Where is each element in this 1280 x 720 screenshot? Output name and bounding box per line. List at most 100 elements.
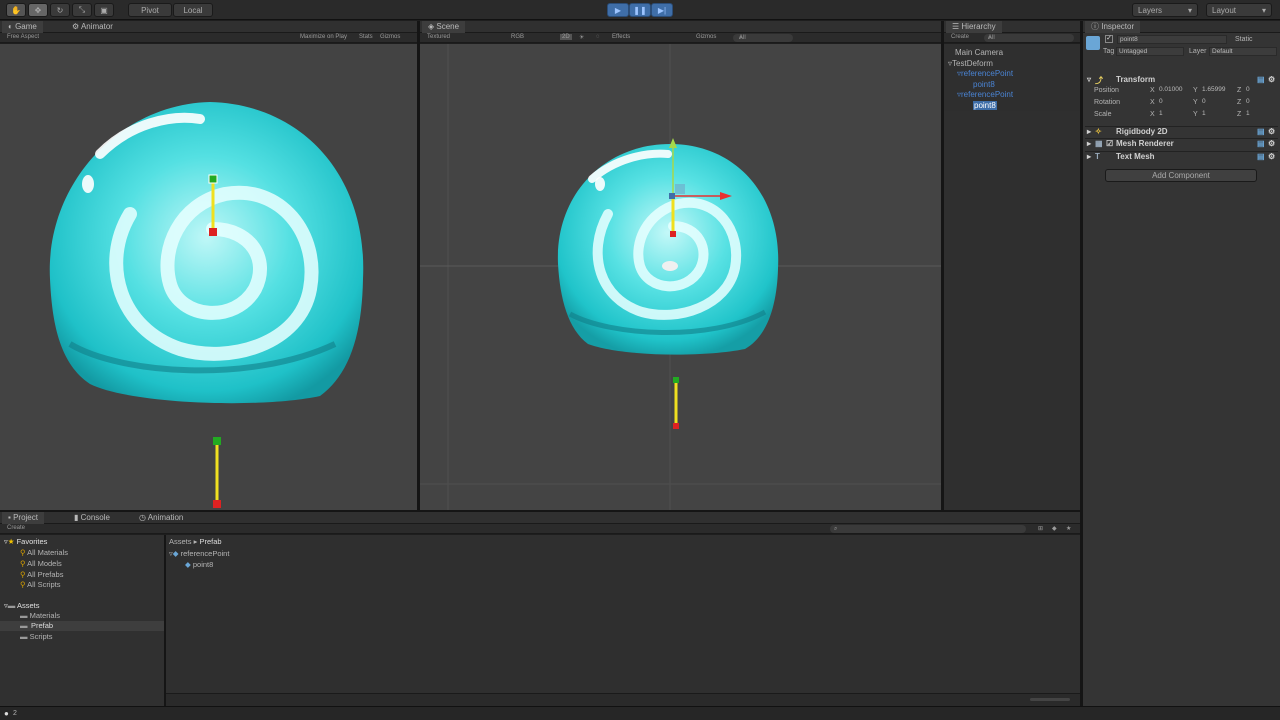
text-mesh-header[interactable]: ▸ T Text Mesh ▤ ⚙ <box>1085 151 1278 162</box>
tag-dropdown[interactable]: Untagged <box>1116 47 1184 56</box>
gear-icon[interactable]: ⚙ <box>1268 75 1275 84</box>
scale-tool-button[interactable]: ⤡ <box>72 3 92 17</box>
camera-icon[interactable] <box>662 261 678 271</box>
tab-animator[interactable]: ⚙ Animator <box>66 21 119 33</box>
effects-dropdown[interactable]: Effects <box>612 34 630 40</box>
hierarchy-item-referencepoint-2[interactable]: ▿referencePoint <box>957 90 1013 99</box>
pos-y-field[interactable]: 1.65999 <box>1200 86 1234 95</box>
scale-x-field[interactable]: 1 <box>1157 110 1189 119</box>
layers-dropdown[interactable]: Layers ▾ <box>1132 3 1198 17</box>
transform-icon: ⤴ <box>1095 76 1103 85</box>
hierarchy-item-point8-1[interactable]: point8 <box>973 80 995 89</box>
rot-x-field[interactable]: 0 <box>1157 98 1189 107</box>
help-icon[interactable]: ▤ <box>1257 75 1265 84</box>
hierarchy-create-dropdown[interactable]: Create <box>951 34 969 40</box>
local-toggle[interactable]: Local <box>173 3 213 17</box>
tab-project-label: Project <box>13 513 38 522</box>
tab-scene[interactable]: ◈ Scene <box>422 21 466 33</box>
audio-icon[interactable]: ◌ <box>596 34 600 40</box>
rot-z-field[interactable]: 0 <box>1244 98 1276 107</box>
icon-size-slider[interactable] <box>1030 698 1070 701</box>
tab-project[interactable]: ▪ Project <box>2 512 44 524</box>
transform-header[interactable]: ▿ ⤴ Transform ▤ ⚙ <box>1085 75 1278 86</box>
mesh-renderer-icon: ▦ <box>1095 139 1103 148</box>
game-viewport[interactable] <box>0 44 417 510</box>
fav-all-materials[interactable]: ⚲ All Materials <box>20 548 68 557</box>
fav-all-prefabs[interactable]: ⚲ All Prefabs <box>20 570 63 579</box>
fav-all-models[interactable]: ⚲ All Models <box>20 559 62 568</box>
help-icon[interactable]: ▤ <box>1257 152 1265 161</box>
breadcrumb-assets[interactable]: Assets <box>169 537 192 546</box>
file-referencepoint[interactable]: ▿◆ referencePoint <box>169 549 229 558</box>
static-toggle[interactable]: Static <box>1235 36 1253 43</box>
project-search-input[interactable]: ⌕ <box>830 525 1026 533</box>
lock-icon[interactable]: ⊞ <box>1038 525 1043 532</box>
tab-game[interactable]: ◐ Game <box>2 21 43 33</box>
rotate-tool-button[interactable]: ↻ <box>50 3 70 17</box>
step-icon: ▶| <box>657 5 667 15</box>
object-name-field[interactable]: point8 <box>1117 35 1227 44</box>
tab-inspector[interactable]: ⓘ Inspector <box>1085 21 1141 33</box>
tab-console[interactable]: ▮ Console <box>68 512 116 524</box>
help-icon[interactable]: ▤ <box>1257 127 1265 136</box>
assets-header[interactable]: ▿▬ Assets <box>4 601 39 610</box>
add-component-label: Add Component <box>1152 171 1210 180</box>
mesh-renderer-header[interactable]: ▸ ▦ ☑ Mesh Renderer ▤ ⚙ <box>1085 138 1278 149</box>
scene-gizmos-dropdown[interactable]: Gizmos <box>696 34 716 40</box>
tab-animation[interactable]: ◷ Animation <box>133 512 189 524</box>
lighting-icon[interactable]: ☀ <box>579 34 584 41</box>
folder-scripts[interactable]: ▬ Scripts <box>20 632 53 641</box>
rigidbody2d-header[interactable]: ▸ ✧ Rigidbody 2D ▤ ⚙ <box>1085 126 1278 137</box>
pivot-toggle[interactable]: Pivot <box>128 3 172 17</box>
hierarchy-item-testdeform[interactable]: ▿TestDeform <box>948 59 993 68</box>
hierarchy-item-main-camera[interactable]: Main Camera <box>955 48 1003 57</box>
maximize-on-play-toggle[interactable]: Maximize on Play <box>300 34 347 40</box>
rot-y-field[interactable]: 0 <box>1200 98 1234 107</box>
star-icon: ★ <box>7 537 15 546</box>
scale-y-field[interactable]: 1 <box>1200 110 1234 119</box>
tag-filter-icon[interactable]: ◆ <box>1052 525 1057 532</box>
foldout-icon: ▸ <box>1087 127 1092 136</box>
scale-z-field[interactable]: 1 <box>1244 110 1276 119</box>
step-button[interactable]: ▶| <box>651 3 673 17</box>
aspect-dropdown[interactable]: Free Aspect <box>7 34 39 40</box>
active-checkbox[interactable]: ✓ <box>1105 35 1113 43</box>
pos-z-field[interactable]: 0 <box>1244 86 1276 95</box>
stats-toggle[interactable]: Stats <box>359 34 373 40</box>
rgb-dropdown[interactable]: RGB <box>511 34 524 40</box>
game-gizmos-dropdown[interactable]: Gizmos <box>380 34 400 40</box>
pos-x-field[interactable]: 0.01000 <box>1157 86 1189 95</box>
hierarchy-selection-row[interactable]: point8 <box>944 100 1080 111</box>
scene-viewport[interactable] <box>420 44 941 510</box>
mesh-renderer-checkbox[interactable]: ☑ <box>1106 139 1113 148</box>
mode-2d-toggle[interactable]: 2D <box>560 34 572 40</box>
folder-materials[interactable]: ▬ Materials <box>20 611 60 620</box>
file-point8[interactable]: ◆ point8 <box>185 560 213 569</box>
info-icon[interactable]: ● <box>4 709 9 718</box>
gear-icon[interactable]: ⚙ <box>1268 152 1275 161</box>
fav-all-scripts[interactable]: ⚲ All Scripts <box>20 580 61 589</box>
hierarchy-search-input[interactable]: ⌕ All <box>984 34 1074 42</box>
rect-tool-button[interactable]: ▣ <box>94 3 114 17</box>
project-create-dropdown[interactable]: Create <box>7 525 25 531</box>
layer-dropdown[interactable]: Default <box>1209 47 1277 56</box>
breadcrumb-prefab[interactable]: Prefab <box>199 537 221 546</box>
folder-prefab[interactable]: ▬ Prefab <box>0 621 164 631</box>
gear-icon[interactable]: ⚙ <box>1268 127 1275 136</box>
favorite-star-icon[interactable]: ★ <box>1066 525 1071 532</box>
favorites-header[interactable]: ▿★ Favorites <box>4 537 47 546</box>
chevron-down-icon: ▾ <box>1261 5 1266 15</box>
hand-tool-button[interactable]: ✋ <box>6 3 26 17</box>
hierarchy-item-referencepoint-1[interactable]: ▿referencePoint <box>957 69 1013 78</box>
help-icon[interactable]: ▤ <box>1257 139 1265 148</box>
gear-icon[interactable]: ⚙ <box>1268 139 1275 148</box>
rect-icon: ▣ <box>100 5 108 15</box>
play-button[interactable]: ▶ <box>607 3 629 17</box>
move-tool-button[interactable]: ✥ <box>28 3 48 17</box>
scene-search-input[interactable]: ⌕ All <box>733 34 793 42</box>
pause-button[interactable]: ❚❚ <box>629 3 651 17</box>
shading-dropdown[interactable]: Textured <box>427 34 450 40</box>
add-component-button[interactable]: Add Component <box>1105 169 1257 182</box>
tab-hierarchy[interactable]: ☰ Hierarchy <box>946 21 1002 33</box>
layout-dropdown[interactable]: Layout ▾ <box>1206 3 1272 17</box>
